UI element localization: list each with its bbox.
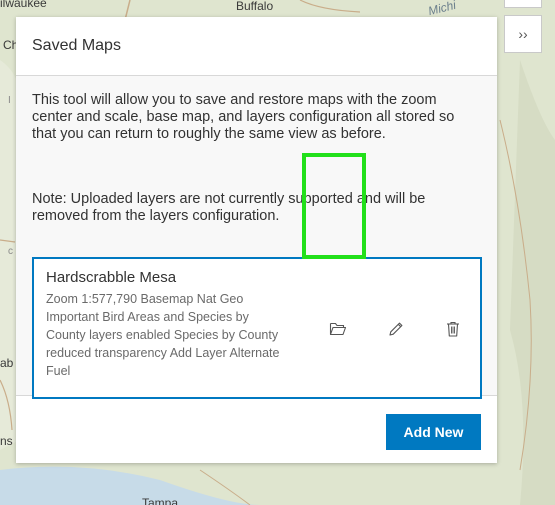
map-label-left-a: I xyxy=(8,95,11,106)
map-label-left-d: ns xyxy=(0,434,13,448)
add-new-button[interactable]: Add New xyxy=(386,414,481,450)
saved-maps-panel: Saved Maps This tool will allow you to s… xyxy=(16,17,497,463)
trash-icon xyxy=(447,321,459,337)
folder-open-icon xyxy=(329,322,347,336)
edit-saved-map-button[interactable] xyxy=(383,316,409,342)
double-chevron-right-icon: ›› xyxy=(518,26,528,42)
map-label-left-b: c xyxy=(8,246,13,257)
saved-map-details: Zoom 1:577,790 Basemap Nat Geo Important… xyxy=(46,292,280,378)
tool-description: This tool will allow you to save and res… xyxy=(32,92,455,142)
delete-saved-map-button[interactable] xyxy=(440,316,466,342)
map-label-left-c: ab xyxy=(0,356,14,370)
map-control-stub[interactable] xyxy=(504,0,542,8)
panel-header: Saved Maps xyxy=(16,17,497,76)
saved-map-name: Hardscrabble Mesa xyxy=(46,269,177,286)
map-label-buffalo: Buffalo xyxy=(236,0,274,13)
tool-note: Note: Uploaded layers are not currently … xyxy=(32,191,426,224)
panel-footer: Add New xyxy=(16,396,497,463)
panel-body: This tool will allow you to save and res… xyxy=(16,76,497,399)
highlight-box xyxy=(302,153,366,259)
map-label-milwaukee: ilwaukee xyxy=(0,0,47,10)
pencil-icon xyxy=(389,322,403,336)
saved-map-item[interactable]: Hardscrabble Mesa Zoom 1:577,790 Basemap… xyxy=(32,257,482,399)
expand-panel-button[interactable]: ›› xyxy=(504,15,542,53)
map-label-tampa: Tampa xyxy=(142,496,179,505)
open-saved-map-button[interactable] xyxy=(325,316,351,342)
panel-title: Saved Maps xyxy=(32,37,121,54)
